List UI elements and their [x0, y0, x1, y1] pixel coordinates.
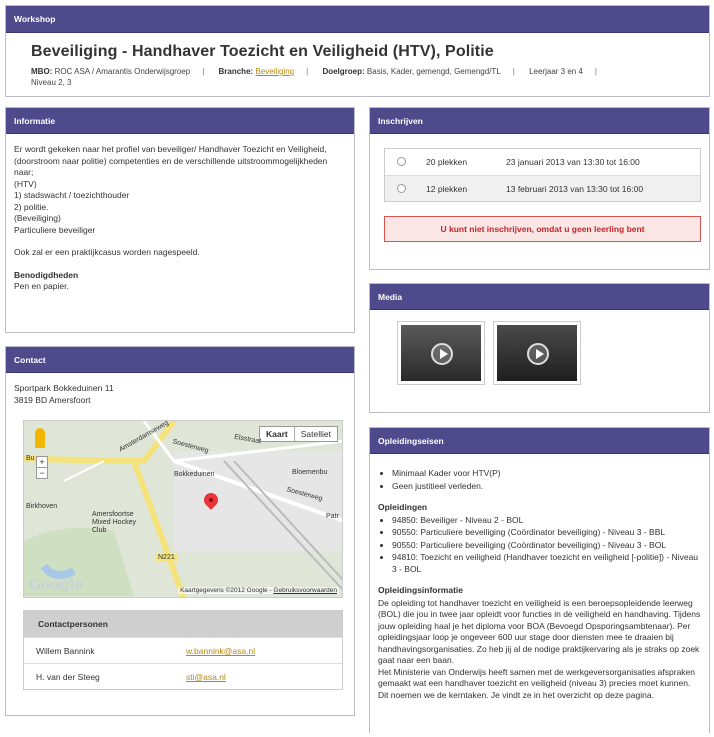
- workshop-header: Workshop: [6, 6, 709, 33]
- mbo-label: MBO:: [31, 67, 53, 76]
- mbo-value: ROC ASA / Amarantis Onderwijsgroep: [54, 67, 191, 76]
- slot-places: 20 plekken: [426, 157, 468, 167]
- slot-places: 12 plekken: [426, 184, 468, 194]
- table-row: H. van der Steeg sti@asa.nl: [24, 663, 342, 689]
- list-item: Minimaal Kader voor HTV(P): [392, 468, 701, 480]
- info-line: (Beveiliging): [14, 213, 61, 223]
- map-type-control[interactable]: Kaart Satelliet: [259, 426, 338, 442]
- info-line: 2) politie.: [14, 201, 49, 212]
- opleidingsinformatie-label: Opleidingsinformatie: [378, 585, 464, 595]
- informatie-description: Er wordt gekeken naar het profiel van be…: [14, 144, 346, 236]
- list-item[interactable]: 20 plekken 23 januari 2013 van 13:30 tot…: [385, 149, 700, 175]
- table-row: Willem Bannink w.bannink@asa.nl: [24, 637, 342, 663]
- requirements-list: Minimaal Kader voor HTV(P) Geen justitie…: [378, 468, 701, 492]
- error-notice: U kunt niet inschrijven, omdat u geen le…: [384, 216, 701, 242]
- contactpersonen-header: Contactpersonen: [24, 611, 342, 637]
- page-title: Beveiliging - Handhaver Toezicht en Veil…: [31, 43, 494, 60]
- workshop-panel: Workshop Beveiliging - Handhaver Toezich…: [5, 5, 710, 97]
- google-logo: Google: [29, 577, 84, 593]
- map-satelliet-button[interactable]: Satelliet: [295, 427, 337, 441]
- video-thumbnail[interactable]: [398, 322, 484, 384]
- map-kaart-button[interactable]: Kaart: [260, 427, 295, 441]
- doelgroep-label: Doelgroep:: [322, 67, 365, 76]
- opleidingen-label: Opleidingen: [378, 502, 428, 512]
- info-line: Particuliere beveiliger: [14, 224, 96, 235]
- pegman-icon[interactable]: [35, 428, 45, 448]
- list-item: Geen justitieel verleden.: [392, 481, 701, 493]
- list-item: 90550: Particuliere beveiliging (Coördin…: [392, 540, 701, 552]
- list-item[interactable]: 12 plekken 13 februari 2013 van 13:30 to…: [385, 175, 700, 201]
- slot-list: 20 plekken 23 januari 2013 van 13:30 tot…: [384, 148, 701, 202]
- info-line: Er wordt gekeken naar het profiel van be…: [14, 144, 328, 177]
- opleidingsinformatie-text: De opleiding tot handhaver toezicht en v…: [378, 597, 701, 666]
- info-line: 1) stadswacht / toezichthouder: [14, 190, 130, 200]
- contact-header: Contact: [6, 347, 354, 373]
- workshop-meta: MBO: ROC ASA / Amarantis Onderwijsgroep |…: [31, 67, 597, 87]
- media-panel: Media: [369, 283, 710, 413]
- map-label: Patr: [326, 513, 339, 520]
- opleidingseisen-header: Opleidingseisen: [370, 428, 709, 454]
- informatie-header: Informatie: [6, 108, 354, 134]
- leerjaar: Leerjaar 3 en 4: [529, 67, 583, 76]
- address-line1: Sportpark Bokkeduinen 11: [14, 383, 114, 393]
- map-label: Bokkeduinen: [174, 471, 215, 478]
- list-item: 90550: Particuliere beveiliging (Coördin…: [392, 527, 701, 539]
- media-header: Media: [370, 284, 709, 310]
- informatie-panel: Informatie Er wordt gekeken naar het pro…: [5, 107, 355, 333]
- branche-link[interactable]: Beveiliging: [255, 67, 294, 76]
- map-label: N221: [156, 554, 177, 561]
- map-label: Amersfoortse Mixed Hockey Club: [92, 511, 136, 534]
- praktijk-text: Ook zal er een praktijkcasus worden nage…: [14, 247, 200, 257]
- play-icon[interactable]: [431, 343, 453, 365]
- contactpersonen-table: Contactpersonen Willem Bannink w.bannink…: [23, 610, 343, 690]
- slot-radio[interactable]: [397, 157, 406, 166]
- contact-panel: Contact Sportpark Bokkeduinen 11 3819 BD…: [5, 346, 355, 716]
- person-name: H. van der Steeg: [36, 672, 100, 682]
- slot-radio[interactable]: [397, 184, 406, 193]
- doelgroep-value: Basis, Kader, gemengd, Gemengd/TL: [366, 67, 501, 76]
- play-icon[interactable]: [527, 343, 549, 365]
- video-thumbnail[interactable]: [494, 322, 580, 384]
- branche-label: Branche:: [218, 67, 254, 76]
- list-item: 94810: Toezicht en veiligheid (Handhaver…: [392, 552, 701, 575]
- slot-date: 23 januari 2013 van 13:30 tot 16:00: [506, 157, 640, 167]
- benodigdheden-value: Pen en papier.: [14, 281, 69, 291]
- map-copyright-text: Kaartgegevens ©2012 Google -: [180, 587, 274, 594]
- list-item: 94850: Beveiliger - Niveau 2 - BOL: [392, 515, 701, 527]
- zoom-in-button[interactable]: +: [37, 457, 47, 467]
- zoom-out-button[interactable]: −: [37, 467, 47, 478]
- slot-date: 13 februari 2013 van 13:30 tot 16:00: [506, 184, 644, 194]
- map[interactable]: + − Kaart Satelliet Amsterdamseweg Soest…: [23, 420, 343, 598]
- person-email-link[interactable]: sti@asa.nl: [186, 664, 226, 689]
- info-line: (HTV): [14, 178, 37, 189]
- opleidingen-list: 94850: Beveiliger - Niveau 2 - BOL 90550…: [378, 515, 701, 576]
- map-label: Bloemenbu: [292, 469, 328, 476]
- inschrijven-header: Inschrijven: [370, 108, 709, 134]
- map-label: Birkhoven: [26, 503, 58, 510]
- zoom-control[interactable]: + −: [36, 456, 48, 479]
- map-terms-link[interactable]: Gebruiksvoorwaarden: [273, 587, 337, 594]
- inschrijven-panel: Inschrijven 20 plekken 23 januari 2013 v…: [369, 107, 710, 270]
- map-copyright: Kaartgegevens ©2012 Google - Gebruiksvoo…: [178, 587, 339, 594]
- address-line2: 3819 BD Amersfoort: [14, 394, 91, 405]
- opleidingseisen-panel: Opleidingseisen Minimaal Kader voor HTV(…: [369, 427, 710, 733]
- niveau: Niveau 2, 3: [31, 78, 72, 87]
- map-label: Bu: [26, 455, 35, 462]
- benodigdheden-label: Benodigdheden: [14, 269, 79, 280]
- person-email-link[interactable]: w.bannink@asa.nl: [186, 638, 255, 663]
- opleidingsinformatie-text2: Het Ministerie van Onderwijs heeft samen…: [378, 666, 696, 700]
- person-name: Willem Bannink: [36, 646, 95, 656]
